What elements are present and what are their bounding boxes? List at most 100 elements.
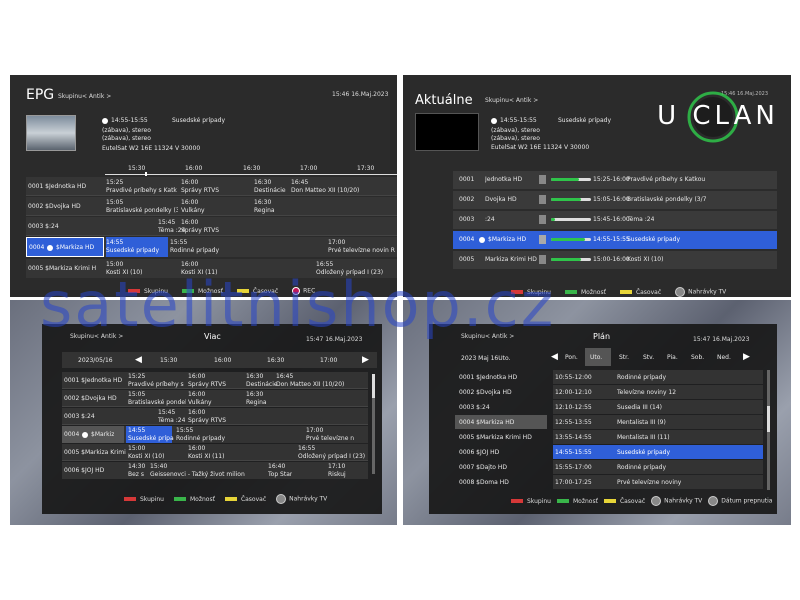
arrow-left-icon[interactable]: ◀ bbox=[551, 352, 558, 362]
akt-row-3[interactable]: 0003 :24 15:45-16:00 Téma :24 bbox=[453, 211, 777, 229]
plan-event-row[interactable]: 15:55-17:00 Rodinné prípady bbox=[553, 460, 763, 474]
akt-row-5[interactable]: 0005 Markiza Krimi HD 15:00-16:00 Kosti … bbox=[453, 251, 777, 269]
plan-channel-item[interactable]: 0006 $JOJ HD bbox=[459, 449, 499, 456]
epg-selected-event[interactable]: 14:55 Susedské prípady bbox=[106, 237, 168, 257]
plan-scroll-thumb[interactable] bbox=[767, 406, 770, 432]
viac-scroll-thumb[interactable] bbox=[372, 374, 375, 398]
epg-group[interactable]: Skupinu< Antik > bbox=[58, 93, 111, 100]
arrow-right-icon[interactable]: ▶ bbox=[362, 355, 369, 365]
plan-day-tab-selected[interactable]: Uto. bbox=[585, 348, 611, 366]
epg-channel-name: $Markiza HD bbox=[56, 244, 95, 251]
viac-row-5[interactable]: 0005 $Markiza Krimi 15:00 Kosti XI (10) … bbox=[62, 444, 368, 461]
epg-info-line1: (zábava), stereo bbox=[102, 127, 151, 134]
epg-event-name: Destinácie bbox=[254, 187, 286, 194]
legend-red-button[interactable]: Skupinu bbox=[511, 289, 551, 296]
epg-panel: EPG Skupinu< Antik > 15:46 16.Maj.2023 1… bbox=[10, 75, 397, 297]
legend-recordings-button[interactable]: Nahrávky TV bbox=[651, 496, 702, 506]
viac-channel-name: 0002 $Dvojka HD bbox=[64, 395, 117, 402]
plan-day-tab[interactable]: Štv. bbox=[643, 354, 654, 361]
plan-event-name: Rodinné prípady bbox=[617, 374, 667, 381]
viac-row-1[interactable]: 0001 $Jednotka HD 15:25 Pravdivé príbehy… bbox=[62, 372, 368, 389]
viac-row-6[interactable]: 0006 $JOJ HD 14:30 Bez s 15:40 Geissenov… bbox=[62, 462, 368, 479]
plan-day-tab[interactable]: Sob. bbox=[691, 354, 704, 361]
plan-channel-item[interactable]: 0001 $Jednotka HD bbox=[459, 374, 517, 381]
epg-row-5[interactable]: 0005 $Markiza Krimi H 15:00 Kosti XI (10… bbox=[26, 259, 397, 278]
plan-day-tab[interactable]: Pia. bbox=[667, 354, 678, 361]
legend-red-button[interactable]: Skupinu bbox=[124, 496, 164, 503]
viac-row-4-selected[interactable]: 0004 $Markiz 14:55 Susedské prípa 15:55 … bbox=[62, 426, 368, 443]
plan-day-tab-label: Uto. bbox=[590, 354, 603, 361]
legend-red-button[interactable]: Skupinu bbox=[511, 498, 551, 505]
plan-channel-item[interactable]: 0007 $Dajto HD bbox=[459, 464, 507, 471]
plan-channel-item[interactable]: 0008 $Doma HD bbox=[459, 479, 509, 486]
epg-channel-name-wrap: $Markiza HD bbox=[47, 244, 94, 251]
plan-event-name: Prvé televízne noviny bbox=[617, 479, 682, 486]
plan-event-row[interactable]: 12:00-12:10 Televízne noviny 12 bbox=[553, 385, 763, 399]
plan-event-row-selected[interactable]: 14:55-15:55 Susedské prípady bbox=[553, 445, 763, 459]
akt-row-2[interactable]: 0002 Dvojka HD 15:05-16:00 Bratislavské … bbox=[453, 191, 777, 209]
legend-green-button[interactable]: Možnosť bbox=[564, 289, 606, 296]
epg-info-line2: (zábava), stereo bbox=[102, 135, 151, 142]
epg-row-4-selected[interactable]: 0004 $Markiza HD 14:55 Susedské prípady … bbox=[26, 237, 397, 257]
plan-channel-list: 0001 $Jednotka HD 0002 $Dvojka HD 0003 $… bbox=[455, 370, 547, 495]
epg-datetime: 15:46 16.Maj.2023 bbox=[332, 91, 389, 98]
legend-green-button[interactable]: Možnosť bbox=[181, 288, 223, 295]
viac-legend: Skupinu Možnosť Časovač Nahrávky TV bbox=[124, 494, 327, 504]
viac-scrollbar[interactable] bbox=[372, 374, 375, 474]
epg-event-time: 16:55 bbox=[316, 261, 334, 268]
plan-event-row[interactable]: 10:55-12:00 Rodinné prípady bbox=[553, 370, 763, 384]
plan-channel-item-selected[interactable]: 0004 $Markiza HD bbox=[455, 415, 547, 429]
plan-channel-item[interactable]: 0002 $Dvojka HD bbox=[459, 389, 512, 396]
viac-row-2[interactable]: 0002 $Dvojka HD 15:05 Bratislavské ponde… bbox=[62, 390, 368, 407]
epg-row-1[interactable]: 0001 $Jednotka HD 15:25 Pravdivé príbehy… bbox=[26, 177, 397, 196]
epg-event-time: 15:25 bbox=[106, 179, 124, 186]
epg-row-2[interactable]: 0002 $Dvojka HD 15:05 Bratislavské ponde… bbox=[26, 197, 397, 216]
akt-group[interactable]: Skupinu< Antik > bbox=[485, 97, 538, 104]
legend-recordings-button[interactable]: Nahrávky TV bbox=[276, 494, 327, 504]
legend-red-button[interactable]: Skupinu bbox=[128, 288, 168, 295]
viac-time-slot: 16:30 bbox=[267, 357, 285, 364]
plan-scrollbar[interactable] bbox=[767, 370, 770, 490]
legend-yellow-button[interactable]: Časovač bbox=[619, 289, 661, 296]
plan-channel-label: 0004 $Markiza HD bbox=[459, 419, 515, 426]
epg-selected-channel[interactable]: 0004 $Markiza HD bbox=[26, 237, 104, 257]
arrow-right-icon[interactable]: ▶ bbox=[743, 352, 750, 362]
plan-event-row[interactable]: 12:10-12:55 Susedia III (14) bbox=[553, 400, 763, 414]
epg-event-name: Vulkány bbox=[181, 207, 205, 214]
plan-day-tab[interactable]: Pon. bbox=[565, 354, 578, 361]
viac-event-name: Top Star bbox=[268, 471, 293, 478]
plan-event-time: 12:55-13:55 bbox=[555, 419, 592, 426]
akt-row-1[interactable]: 0001 Jednotka HD 15:25-16:00 Pravdivé pr… bbox=[453, 171, 777, 189]
plan-event-row[interactable]: 12:55-13:55 Mentalista III (9) bbox=[553, 415, 763, 429]
epg-event-name: Don Matteo XII (10/20) bbox=[291, 187, 360, 194]
legend-yellow-button[interactable]: Časovač bbox=[236, 288, 278, 295]
arrow-left-icon[interactable]: ◀ bbox=[135, 355, 142, 365]
plan-day-tab[interactable]: Str. bbox=[619, 354, 629, 361]
viac-group[interactable]: Skupinu< Antik > bbox=[70, 333, 123, 340]
legend-recordings-button[interactable]: Nahrávky TV bbox=[675, 287, 726, 297]
legend-yellow-button[interactable]: Časovač bbox=[224, 496, 266, 503]
legend-green-button[interactable]: Možnosť bbox=[173, 496, 215, 503]
clock-icon bbox=[491, 117, 497, 124]
akt-event-name: Bratislavské pondelky (3/7 bbox=[627, 196, 707, 203]
plan-group[interactable]: Skupinu< Antik > bbox=[461, 333, 514, 340]
akt-info-name: Susedské prípady bbox=[558, 117, 612, 124]
plan-channel-item[interactable]: 0005 $Markiza Krimi HD bbox=[459, 434, 532, 441]
plan-channel-item[interactable]: 0003 $:24 bbox=[459, 404, 490, 411]
viac-selected-event[interactable]: 14:55 Susedské prípa bbox=[126, 426, 174, 443]
akt-event-time: 14:55-15:55 bbox=[593, 236, 630, 243]
legend-rec-button[interactable]: REC bbox=[292, 287, 315, 295]
tv-icon bbox=[651, 496, 662, 506]
plan-event-row[interactable]: 13:55-14:55 Mentalista III (11) bbox=[553, 430, 763, 444]
plan-event-row[interactable]: 17:00-17:25 Prvé televízne noviny bbox=[553, 475, 763, 489]
legend-green-button[interactable]: Možnosť bbox=[556, 498, 598, 505]
viac-row-3[interactable]: 0003 $:24 15:45 Téma :24 16:00 Správy RT… bbox=[62, 408, 368, 425]
akt-row-4-selected[interactable]: 0004 $Markiza HD 14:55-15:55 Susedské pr… bbox=[453, 231, 777, 249]
viac-selected-channel[interactable]: 0004 $Markiz bbox=[62, 426, 124, 443]
viac-event-name: Kosti XI (10) bbox=[128, 453, 165, 460]
legend-date-switch-button[interactable]: Dátum prepnutia bbox=[708, 496, 772, 506]
epg-row-3[interactable]: 0003 $:24 15:45 Téma :24 16:00 Správy RT… bbox=[26, 217, 397, 236]
plan-day-tab[interactable]: Ned. bbox=[717, 354, 731, 361]
legend-yellow-button[interactable]: Časovač bbox=[603, 498, 645, 505]
epg-event-time: 16:30 bbox=[254, 199, 272, 206]
